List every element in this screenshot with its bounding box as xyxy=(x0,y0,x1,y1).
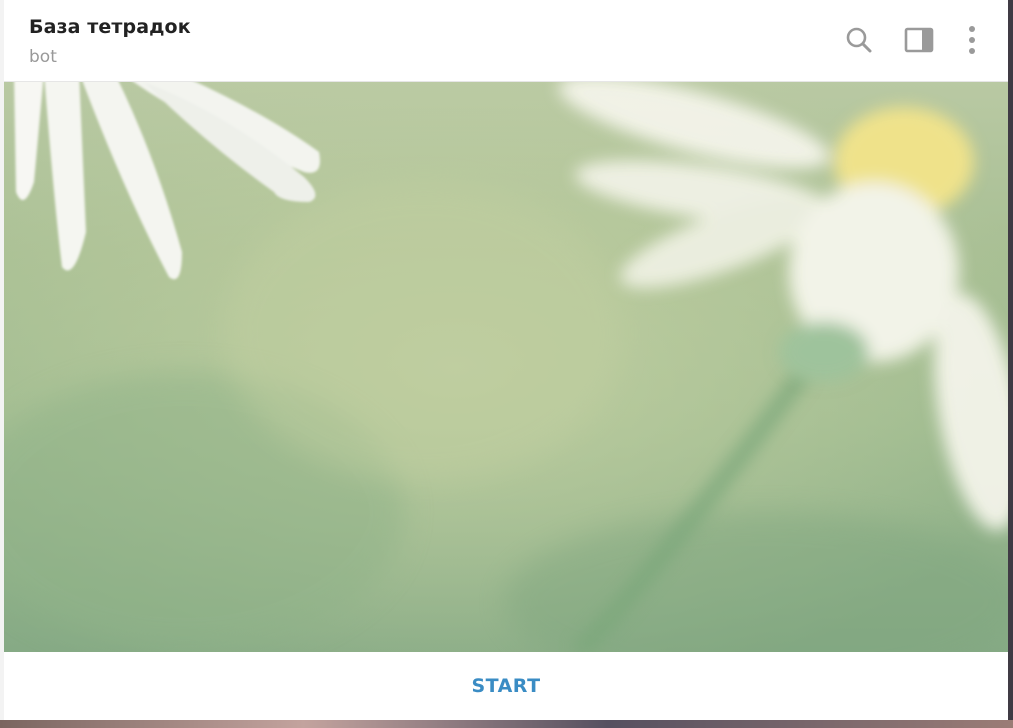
side-panel-button[interactable] xyxy=(901,22,937,58)
bottom-action-bar: START xyxy=(4,652,1008,720)
chat-title[interactable]: База тетрадок xyxy=(29,16,191,38)
search-icon xyxy=(846,27,872,53)
more-options-button[interactable] xyxy=(954,22,990,58)
desktop-background-strip xyxy=(0,720,1013,728)
chat-wallpaper xyxy=(4,82,1008,652)
chat-header[interactable]: База тетрадок bot xyxy=(4,0,1008,82)
daisy-flowers-wallpaper xyxy=(4,82,1008,652)
side-panel-icon xyxy=(904,27,934,53)
chat-subtitle: bot xyxy=(29,47,57,67)
start-button[interactable]: START xyxy=(431,665,580,707)
chat-window: База тетрадок bot START xyxy=(4,0,1008,720)
more-vertical-icon xyxy=(969,26,975,54)
search-button[interactable] xyxy=(841,22,877,58)
